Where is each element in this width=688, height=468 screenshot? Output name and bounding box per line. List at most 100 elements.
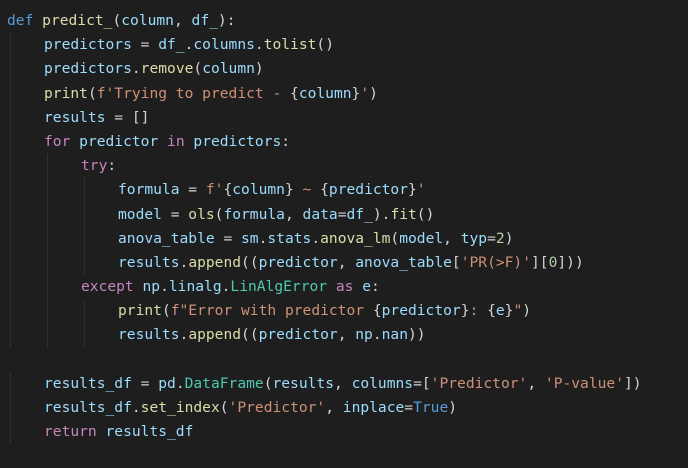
- code-token: =: [337, 205, 347, 223]
- code-token: data: [302, 205, 338, 223]
- code-token: for: [44, 132, 71, 150]
- code-token: .: [160, 278, 169, 296]
- code-token: ): [522, 302, 532, 320]
- indent-guide: [10, 178, 11, 203]
- indent-guide: [84, 323, 85, 348]
- code-token: =: [179, 181, 206, 199]
- code-token: append: [188, 326, 242, 344]
- code-token: 2: [495, 229, 505, 247]
- code-token: ': [360, 84, 370, 102]
- indent-guide: [10, 105, 11, 130]
- indent-guide: [10, 250, 11, 276]
- code-token: try: [81, 157, 108, 175]
- code-line[interactable]: [0, 348, 688, 372]
- code-token: model: [118, 205, 162, 223]
- code-token: .: [131, 60, 141, 78]
- indent-guide: [10, 323, 11, 348]
- code-line[interactable]: print(f"Error with predictor {predictor}…: [0, 299, 688, 324]
- code-token: formula: [118, 181, 180, 199]
- code-token: )): [408, 326, 426, 344]
- indent-guide: [84, 202, 85, 227]
- code-token: ,: [173, 12, 192, 29]
- code-token: fit: [390, 205, 417, 223]
- code-token: df_: [191, 12, 218, 29]
- indent-guide: [84, 226, 85, 251]
- indent-guide: [84, 250, 85, 276]
- indent-guide: [10, 371, 11, 396]
- code-token: [: [451, 253, 461, 271]
- indent-guide: [10, 275, 11, 300]
- code-token: .: [179, 326, 189, 344]
- code-line[interactable]: print(f'Trying to predict - {column}'): [0, 81, 688, 106]
- code-token: =: [131, 374, 159, 392]
- indent-guide: [47, 275, 48, 300]
- code-token: f'Trying to predict -: [96, 84, 291, 102]
- code-editor[interactable]: def predict_(column, df_): predictors = d…: [0, 0, 688, 468]
- code-token: inplace: [342, 399, 405, 416]
- code-token: formula: [223, 205, 285, 223]
- code-token: typ: [460, 229, 488, 247]
- code-token: }: [408, 181, 417, 199]
- code-token: results: [44, 108, 106, 126]
- code-token: results: [118, 253, 180, 271]
- code-token: columns: [351, 374, 414, 392]
- code-token: :: [469, 302, 488, 320]
- code-token: results_df: [44, 374, 132, 392]
- code-token: predictors: [193, 132, 282, 150]
- indent-guide: [10, 396, 11, 421]
- code-token: ][: [531, 253, 549, 271]
- code-line[interactable]: predictors = df_.columns.tolist(): [0, 33, 688, 58]
- code-token: e: [362, 278, 372, 296]
- indent-guide: [10, 154, 11, 179]
- code-token: ,: [337, 326, 356, 344]
- code-token: .: [254, 36, 264, 54]
- code-line[interactable]: results.append((predictor, anova_table['…: [0, 250, 688, 276]
- code-token: .: [372, 326, 382, 344]
- code-token: :: [107, 157, 117, 175]
- code-token: model: [399, 229, 444, 247]
- code-token: ,: [337, 253, 356, 271]
- code-token: {: [290, 84, 299, 102]
- code-line[interactable]: return results_df: [0, 420, 688, 445]
- code-line[interactable]: model = ols(formula, data=df_).fit(): [0, 202, 688, 227]
- code-token: np: [355, 326, 373, 344]
- code-token: (: [390, 229, 400, 247]
- code-token: stats: [267, 229, 312, 247]
- code-token: ": [513, 302, 523, 320]
- indent-guide: [84, 178, 85, 203]
- code-line[interactable]: def predict_(column, df_):: [0, 9, 688, 33]
- code-token: in: [167, 132, 185, 150]
- code-token: ).: [372, 205, 391, 223]
- code-token: .: [131, 399, 141, 416]
- code-line[interactable]: anova_table = sm.stats.anova_lm(model, t…: [0, 226, 688, 251]
- code-token: .: [179, 253, 189, 271]
- code-token: column: [298, 84, 352, 102]
- code-line[interactable]: results.append((predictor, np.nan)): [0, 323, 688, 348]
- code-token: predictor: [381, 302, 461, 320]
- code-token: {: [320, 181, 329, 199]
- code-token: np: [142, 278, 161, 296]
- code-token: LinAlgError: [230, 278, 328, 296]
- code-token: =[: [413, 374, 431, 392]
- code-line[interactable]: predictors.remove(column): [0, 57, 688, 82]
- code-token: {: [487, 302, 496, 320]
- code-token: predictor: [258, 253, 338, 271]
- code-token: True: [413, 399, 449, 416]
- code-token: 'P-value': [544, 374, 624, 392]
- code-line[interactable]: results_df = pd.DataFrame(results, colum…: [0, 371, 688, 396]
- code-line[interactable]: results_df.set_index('Predictor', inplac…: [0, 396, 688, 421]
- code-token: except: [81, 278, 134, 296]
- code-line[interactable]: for predictor in predictors:: [0, 129, 688, 155]
- code-token: (: [193, 60, 203, 78]
- code-token: :: [371, 278, 380, 296]
- code-token: print: [44, 84, 88, 102]
- code-token: ])): [557, 253, 584, 271]
- code-token: ):: [217, 12, 236, 29]
- code-token: set_index: [140, 399, 220, 416]
- code-line[interactable]: results = []: [0, 105, 688, 130]
- code-token: ): [254, 60, 264, 78]
- code-line[interactable]: formula = f'{column} ~ {predictor}': [0, 178, 688, 203]
- code-line[interactable]: except np.linalg.LinAlgError as e:: [0, 275, 688, 300]
- code-line[interactable]: try:: [0, 154, 688, 179]
